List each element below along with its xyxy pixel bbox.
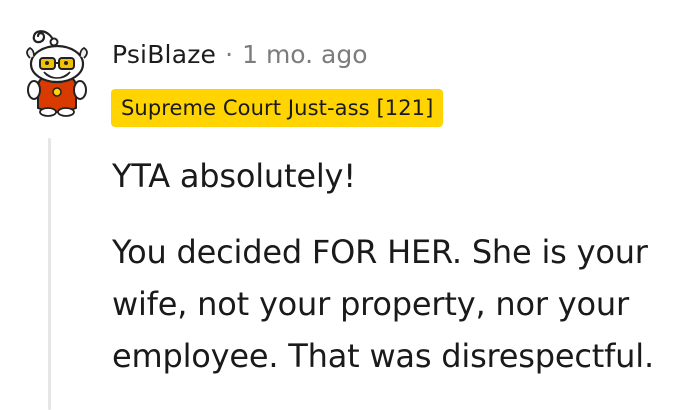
comment-paragraph: You decided FOR HER. She is your wife, n… [112,233,654,375]
meta-separator: · [225,39,234,69]
user-avatar-icon[interactable] [14,20,98,118]
comment: PsiBlaze · 1 mo. ago Supreme Court Just-… [0,0,700,410]
author-username[interactable]: PsiBlaze [112,40,216,69]
comment-paragraph: YTA absolutely! [112,157,356,195]
comment-meta: PsiBlaze · 1 mo. ago [112,36,368,72]
thread-collapse-line[interactable] [48,138,51,410]
comment-body: YTA absolutely! You decided FOR HER. She… [112,150,692,382]
user-flair-badge: Supreme Court Just-ass [121] [111,89,444,127]
comment-timestamp[interactable]: 1 mo. ago [242,40,367,69]
